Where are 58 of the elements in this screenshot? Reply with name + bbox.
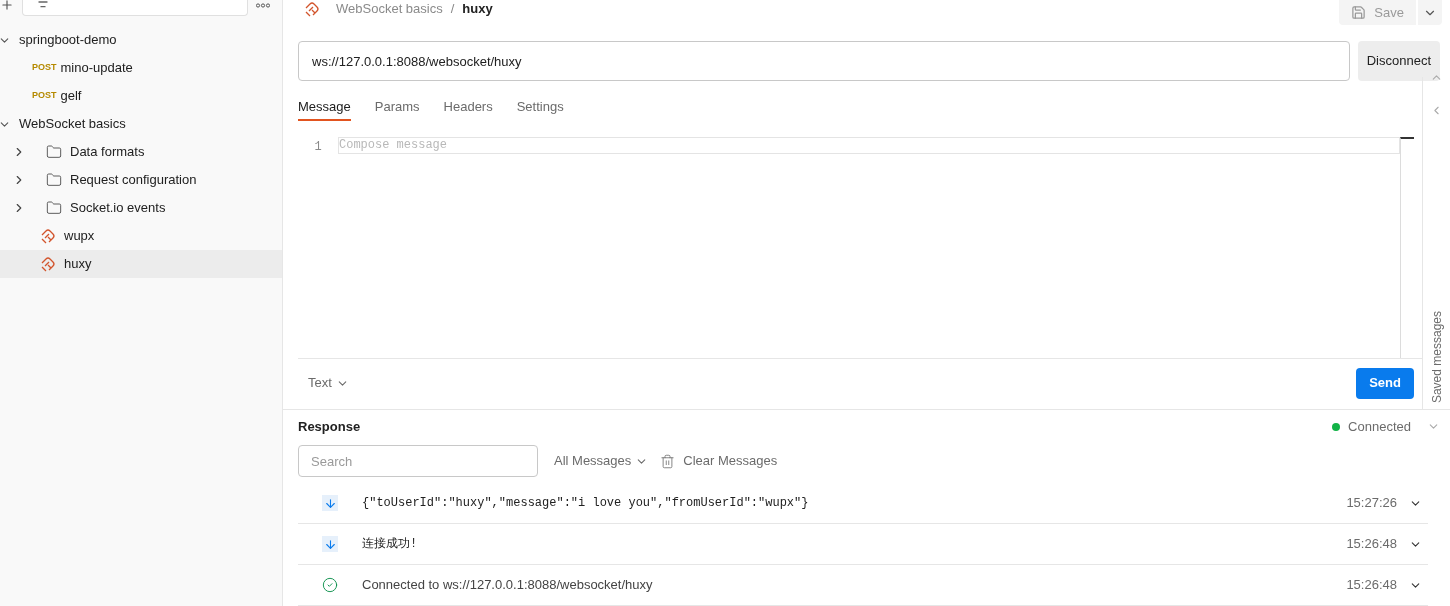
save-icon (1351, 5, 1367, 20)
response-title: Response (298, 417, 361, 436)
send-button[interactable]: Send (1356, 367, 1414, 399)
format-dropdown[interactable]: Text (298, 373, 349, 393)
tab[interactable]: Settings (516, 95, 564, 121)
folder-name[interactable]: Request configuration (70, 170, 197, 190)
message-time: 15:26:48 (1346, 576, 1397, 595)
request-item[interactable]: POST mino-update (0, 54, 282, 82)
breadcrumb-parent[interactable]: WebSocket basics (336, 0, 443, 19)
folder-name[interactable]: Data formats (70, 142, 145, 162)
incoming-icon (322, 495, 338, 511)
websocket-icon (304, 1, 320, 17)
saved-messages-tab[interactable]: Saved messages (1427, 310, 1446, 403)
filter-dropdown[interactable]: All Messages (554, 451, 649, 471)
save-options-button[interactable] (1418, 0, 1442, 25)
more-icon[interactable] (256, 2, 270, 8)
line-number: 1 (313, 139, 323, 156)
message-row[interactable]: Connected to ws://127.0.0.1:8088/websocket/huxy 15:26:48 (298, 565, 1428, 606)
url-field[interactable]: ws://127.0.0.1:8088/websocket/huxy (298, 41, 1350, 81)
clear-messages-button[interactable]: Clear Messages (660, 451, 778, 471)
request-name: gelf (60, 87, 82, 106)
tab[interactable]: Message (298, 95, 351, 121)
folder-icon (46, 172, 62, 188)
disconnect-button[interactable]: Disconnect (1357, 41, 1440, 81)
folder-icon (46, 200, 62, 216)
tab[interactable]: Params (374, 95, 420, 121)
websocket-item[interactable]: wupx (0, 222, 282, 250)
collection-name[interactable]: springboot-demo (19, 30, 117, 50)
websocket-name: huxy (64, 255, 92, 274)
method-label: POST (32, 61, 57, 75)
websocket-name: wupx (64, 227, 95, 246)
folder-name[interactable]: Socket.io events (70, 198, 166, 218)
method-label: POST (32, 89, 57, 103)
connected-icon (322, 577, 338, 593)
websocket-icon (40, 256, 56, 272)
scrollbar[interactable] (1400, 137, 1414, 358)
breadcrumb-current: huxy (462, 0, 493, 19)
filter-field[interactable] (22, 0, 248, 16)
incoming-icon (322, 536, 338, 552)
search-field[interactable]: Search (298, 445, 538, 477)
request-name: mino-update (60, 59, 133, 78)
websocket-item[interactable]: huxy (0, 250, 282, 278)
collection-name[interactable]: WebSocket basics (19, 114, 126, 134)
message-row[interactable]: 连接成功! 15:26:48 (298, 524, 1428, 565)
add-icon[interactable] (0, 0, 14, 12)
tab[interactable]: Headers (443, 95, 493, 121)
message-text: {"toUserId":"huxy","message":"i love you","fromUserId":"wupx"} (362, 495, 809, 512)
message-time: 15:26:48 (1346, 535, 1397, 554)
message-row[interactable]: {"toUserId":"huxy","message":"i love you","fromUserId":"wupx"} 15:27:26 (298, 483, 1428, 524)
message-time: 15:27:26 (1346, 494, 1397, 513)
request-item[interactable]: POST gelf (0, 82, 282, 110)
websocket-icon (40, 228, 56, 244)
message-text: Connected to ws://127.0.0.1:8088/websocket/huxy (362, 576, 653, 595)
folder-icon (46, 144, 62, 160)
message-text: 连接成功! (362, 536, 418, 553)
trash-icon (660, 453, 676, 469)
connection-status: Connected (1348, 417, 1411, 436)
breadcrumb-separator: / (450, 0, 455, 19)
